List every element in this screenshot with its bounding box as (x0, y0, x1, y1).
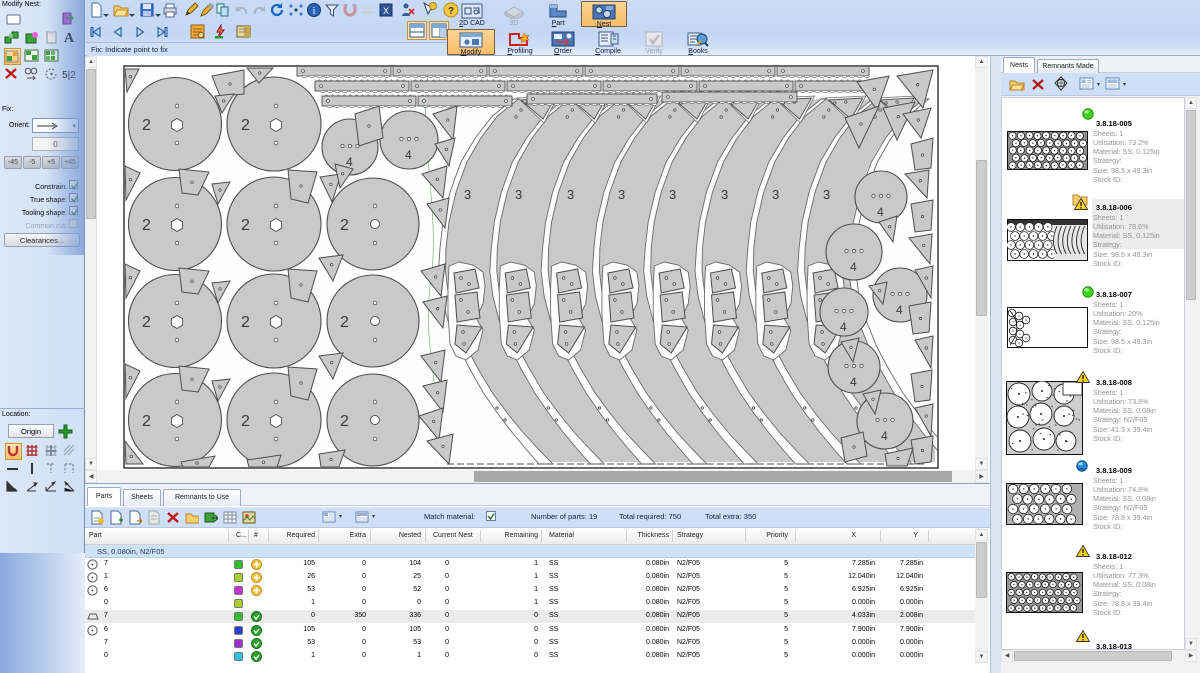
svg-text:2: 2 (142, 117, 151, 134)
svg-text:2: 2 (241, 413, 250, 430)
svg-text:2: 2 (142, 217, 151, 234)
svg-text:4: 4 (405, 148, 412, 162)
svg-text:4: 4 (881, 429, 888, 443)
svg-text:i: i (313, 6, 316, 17)
svg-text:4: 4 (850, 375, 857, 389)
svg-text:3: 3 (721, 187, 728, 202)
svg-text:2: 2 (241, 117, 250, 134)
svg-text:3: 3 (823, 187, 830, 202)
svg-text:3: 3 (669, 187, 676, 202)
svg-text:2: 2 (142, 314, 151, 331)
svg-text:4: 4 (896, 303, 903, 317)
svg-text:2: 2 (340, 314, 349, 331)
svg-text:3: 3 (772, 187, 779, 202)
svg-text:2: 2 (340, 413, 349, 430)
svg-text:4: 4 (850, 260, 857, 274)
svg-text:4: 4 (877, 205, 884, 219)
svg-text:2: 2 (142, 413, 151, 430)
svg-text:4: 4 (840, 320, 847, 334)
svg-text:2: 2 (241, 217, 250, 234)
svg-text:3: 3 (515, 187, 522, 202)
svg-text:3: 3 (464, 187, 471, 202)
svg-text:3: 3 (567, 187, 574, 202)
svg-text:3: 3 (618, 187, 625, 202)
svg-text:2: 2 (340, 217, 349, 234)
svg-text:X: X (383, 6, 389, 16)
svg-text:2: 2 (241, 314, 250, 331)
